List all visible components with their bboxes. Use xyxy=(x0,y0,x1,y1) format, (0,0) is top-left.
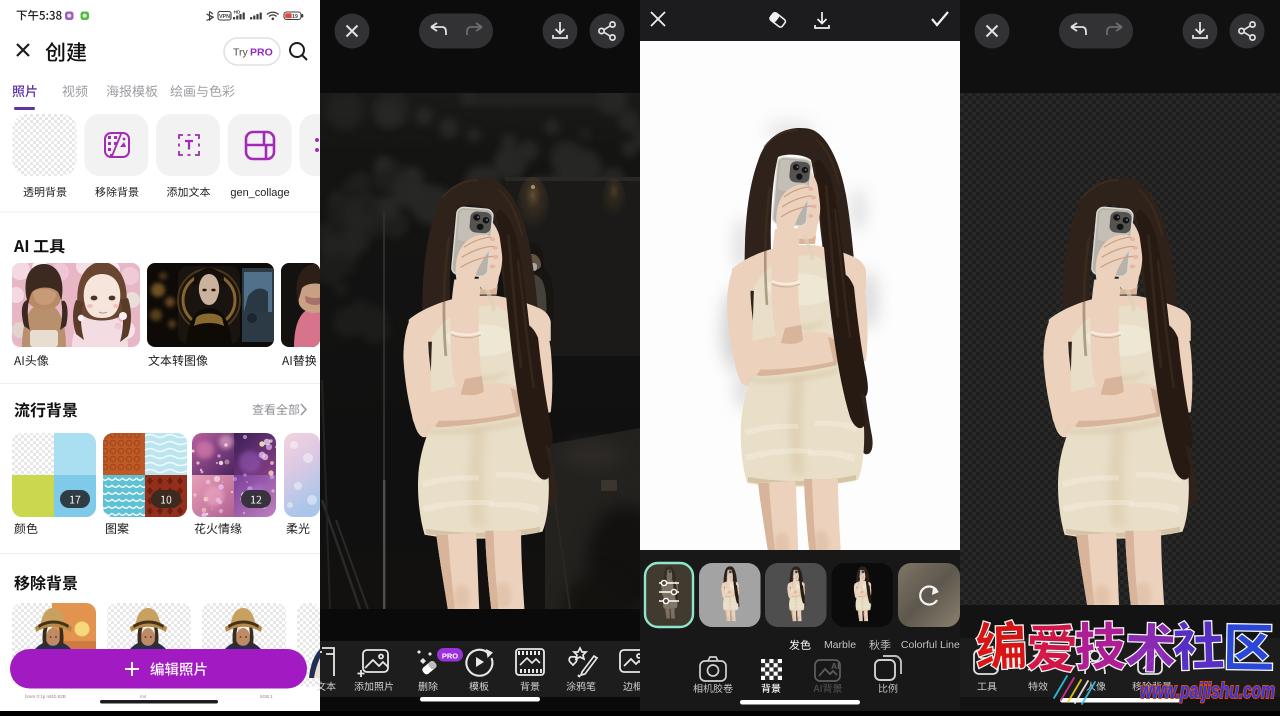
svg-text:5GB 1: 5GB 1 xyxy=(260,694,273,699)
svg-text:m4: m4 xyxy=(140,694,147,699)
svg-text:AI: AI xyxy=(831,661,840,671)
svg-text:PRO: PRO xyxy=(442,652,458,661)
svg-text:HD: HD xyxy=(234,9,241,14)
svg-text:Marble: Marble xyxy=(824,639,856,651)
svg-text:Try: Try xyxy=(233,47,249,59)
svg-text:PRO: PRO xyxy=(250,47,273,59)
svg-text:www.paijishu.com: www.paijishu.com xyxy=(1140,678,1275,703)
svg-text:VPN: VPN xyxy=(219,14,230,20)
svg-text:Colorful Lines: Colorful Lines xyxy=(901,639,965,651)
svg-text:hram 0:1p n91b 82B: hram 0:1p n91b 82B xyxy=(25,694,66,699)
svg-text:19: 19 xyxy=(292,14,298,20)
svg-text:gen_collage: gen_collage xyxy=(230,187,289,199)
